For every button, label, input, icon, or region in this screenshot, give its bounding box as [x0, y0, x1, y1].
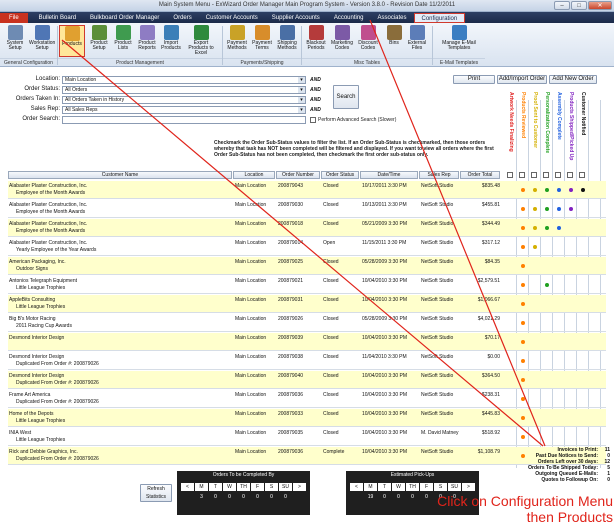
arrow-to-products — [61, 39, 544, 447]
arrow-to-configuration — [369, 19, 546, 447]
annotation-arrows — [61, 19, 546, 447]
callout-line-1: Click on Configuration Menu — [437, 493, 613, 509]
callout-line-2: then Products — [526, 509, 613, 525]
annotation-callout: Click on Configuration Menu then Product… — [397, 493, 613, 525]
